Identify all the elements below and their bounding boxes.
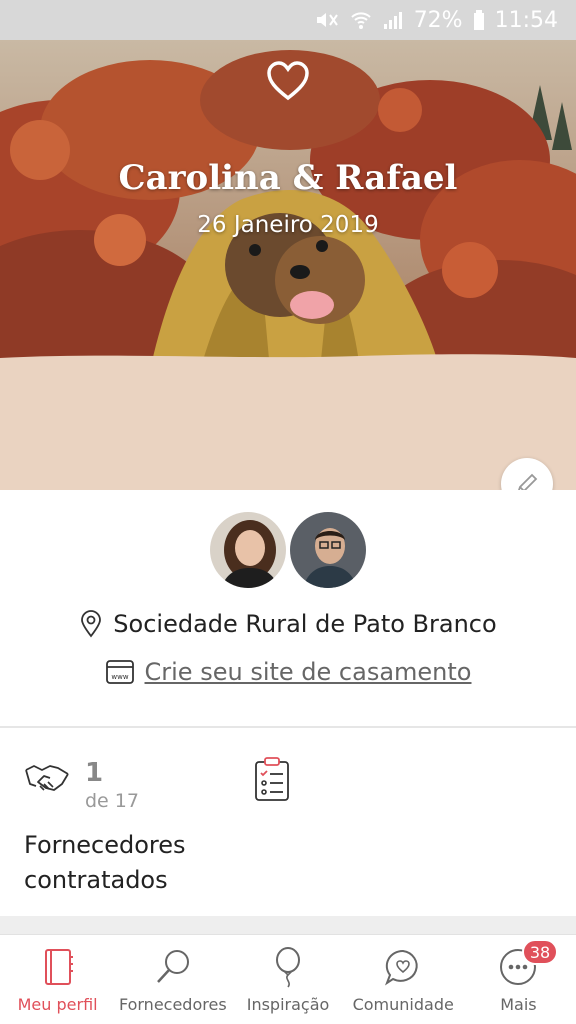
nav-label: Comunidade <box>352 995 454 1014</box>
nav-meu-perfil[interactable]: Meu perfil <box>0 935 115 1024</box>
wedding-date: 26 Janeiro 2019 <box>197 212 379 238</box>
venue-row: Sociedade Rural de Pato Branco <box>0 610 576 638</box>
browser-www-icon: www <box>105 660 134 684</box>
suppliers-label-line2: contratados <box>24 866 168 894</box>
avatar-groom[interactable] <box>288 510 368 590</box>
suppliers-count: 1 <box>85 758 104 788</box>
nav-label: Fornecedores <box>118 995 227 1014</box>
notification-badge: 38 <box>521 939 559 965</box>
handshake-icon <box>25 765 69 791</box>
pencil-icon <box>518 473 538 490</box>
chat-heart-icon <box>385 949 418 986</box>
suppliers-total: de 17 <box>85 790 139 812</box>
nav-label: Inspiração <box>246 995 330 1014</box>
signal-icon <box>382 9 404 31</box>
nav-label: Meu perfil <box>17 995 98 1014</box>
heart-logo-icon <box>267 61 309 101</box>
cover-photo <box>0 40 576 490</box>
bottom-navigation: Meu perfil Fornecedores Inspiração Comun… <box>0 934 576 1024</box>
website-row[interactable]: www Crie seu site de casamento <box>0 658 576 686</box>
section-divider <box>0 916 576 934</box>
location-pin-icon <box>81 610 102 638</box>
avatar-bride[interactable] <box>208 510 288 590</box>
create-website-link[interactable]: Crie seu site de casamento <box>145 658 472 686</box>
search-icon <box>156 950 189 983</box>
venue-name: Sociedade Rural de Pato Branco <box>113 610 497 638</box>
suppliers-label: Fornecedores contratados <box>24 828 244 898</box>
balloon-icon <box>276 947 300 988</box>
battery-percent: 72% <box>413 7 463 33</box>
profile-section: Sociedade Rural de Pato Branco www Crie … <box>0 490 576 728</box>
wifi-icon <box>350 9 372 31</box>
cover-hero: Carolina & Rafael 26 Janeiro 2019 <box>0 40 576 490</box>
suppliers-label-line1: Fornecedores <box>24 831 186 859</box>
svg-text:www: www <box>111 673 128 681</box>
status-bar: 72% 11:54 <box>0 0 576 40</box>
checklist-icon[interactable] <box>253 756 291 802</box>
nav-comunidade[interactable]: Comunidade <box>346 935 461 1024</box>
mute-icon <box>314 9 340 31</box>
nav-label: Mais <box>500 995 537 1014</box>
nav-mais[interactable]: 38 Mais <box>461 935 576 1024</box>
clock: 11:54 <box>494 7 558 33</box>
nav-fornecedores[interactable]: Fornecedores <box>115 935 230 1024</box>
battery-icon <box>473 9 485 31</box>
suppliers-card[interactable]: 1 de 17 Fornecedores contratados <box>0 730 576 916</box>
nav-inspiracao[interactable]: Inspiração <box>230 935 345 1024</box>
couple-names: Carolina & Rafael <box>118 158 458 198</box>
notebook-icon <box>44 949 73 985</box>
